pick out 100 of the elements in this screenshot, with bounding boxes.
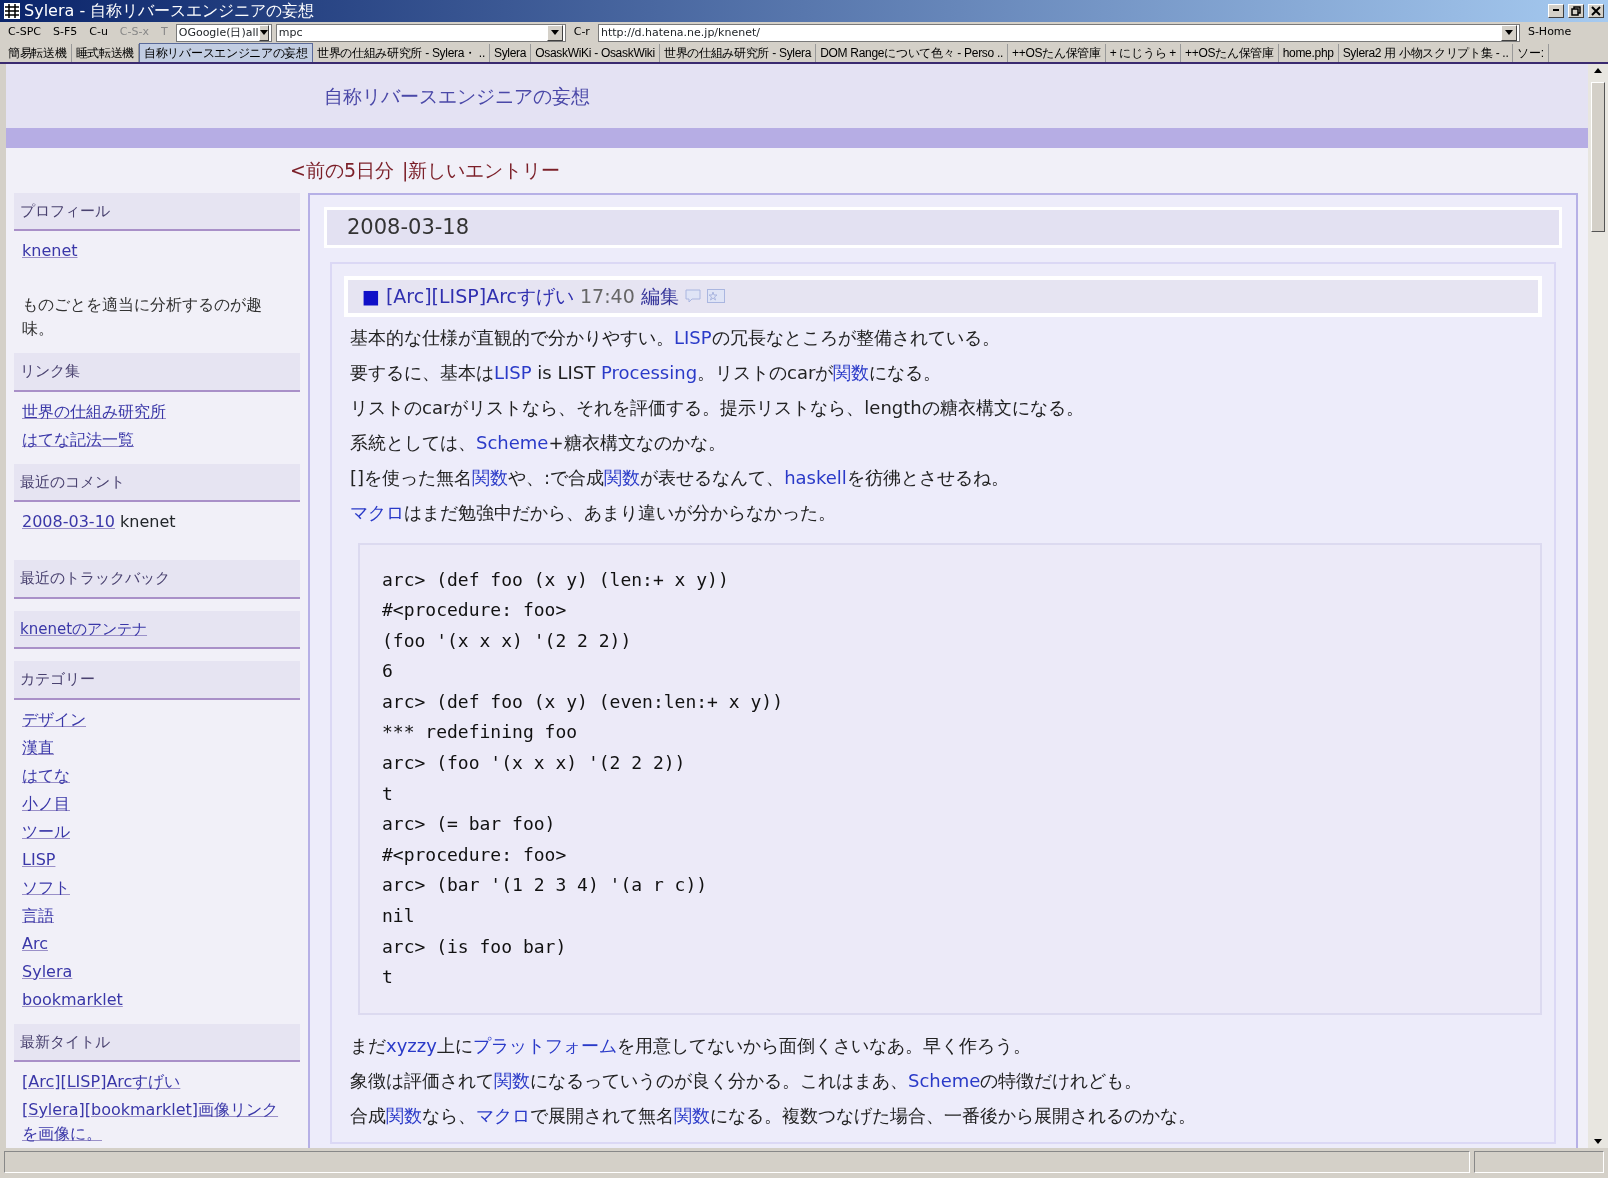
sidebar-link[interactable]: 2008-03-10 (22, 510, 115, 534)
keyword-link[interactable]: 関数 (604, 466, 641, 488)
keyword-link[interactable]: Processing (600, 361, 698, 383)
sidebar-heading: 最近のコメント (14, 463, 300, 502)
shortcut-label: T (160, 24, 169, 41)
sidebar-link[interactable]: knenet (22, 239, 78, 263)
sidebar-link[interactable]: はてな記法一覧 (22, 427, 134, 452)
edit-link[interactable]: 編集 (640, 282, 679, 311)
keyword-link[interactable]: マクロ (476, 1104, 530, 1126)
bookmark-tab[interactable]: ++OSたん保管庫 (1008, 43, 1106, 62)
shortcut-label: C-SPC (7, 24, 42, 41)
sidebar-link[interactable]: [Sylera][bookmarklet]画像リンクを画像に。 (22, 1098, 292, 1146)
paragraph: 象徴は評価されて関数になるっていうのが良く分かる。これはまあ、Schemeの特徴だけれども。 (350, 1068, 1144, 1093)
keyword-link[interactable]: 関数 (472, 466, 509, 488)
keyword-link[interactable]: Scheme (908, 1069, 981, 1091)
restore-button[interactable] (1568, 4, 1584, 18)
paragraph: 要するに、基本はLISP is LIST Processing。リストのcarが関数になる。 (350, 360, 943, 385)
bookmark-tab[interactable]: 世界の仕組み研究所 - Sylera (659, 43, 817, 62)
sidebar-link[interactable]: デザイン (22, 707, 86, 732)
code-line: t (382, 781, 394, 806)
sidebar-link[interactable]: Arc (22, 931, 48, 956)
entry-date: 2008-03-18 (347, 214, 470, 239)
sidebar-link[interactable]: Sylera (22, 959, 73, 984)
sidebar-link[interactable]: ソフト (22, 875, 70, 900)
paragraph: マクロ はまだ勉強中だから、あまり違いが分からなかった。 (350, 500, 837, 525)
code-line: nil (382, 904, 416, 929)
code-line: arc> (def foo (x y) (even:len:+ x y)) (382, 689, 784, 714)
sidebar-link[interactable]: knenetのアンテナ (20, 617, 148, 640)
keyword-link[interactable]: LISP (674, 326, 712, 348)
paragraph: 合成関数なら、マクロ で展開されて無名関数になる。複数つなげた場合、一番後から展開されるのかな。 (350, 1103, 1197, 1128)
close-icon (1590, 5, 1602, 17)
bookmark-tab[interactable]: 簡易転送機 (4, 43, 72, 62)
code-line: arc> (def foo (x y) (len:+ x y)) (382, 567, 730, 592)
bookmark-tab[interactable]: OsaskWiKi - OsaskWiki (531, 43, 660, 62)
window-title: Sylera - 自称リバースエンジニアの妄想 (24, 0, 316, 22)
keyword-link[interactable]: 関数 (386, 1104, 422, 1126)
sidebar-link[interactable]: 言語 (22, 903, 54, 928)
sidebar-link[interactable]: ツール (22, 819, 70, 844)
code-line: 6 (382, 659, 394, 684)
code-line: t (382, 965, 394, 990)
sidebar-link[interactable]: はてな (22, 763, 70, 788)
sidebar-heading: 最新タイトル (14, 1023, 300, 1062)
scrollbar-thumb[interactable] (1591, 82, 1605, 232)
nav-link[interactable]: <前の5日分 (290, 156, 394, 185)
post-time: 17:40 (580, 284, 635, 309)
sidebar-link[interactable]: 小ノ目 (22, 791, 70, 816)
bookmark-tab[interactable]: ++OSたん保管庫 (1181, 43, 1279, 62)
keyword-link[interactable]: 関数 (833, 361, 870, 383)
restore-icon (1570, 5, 1582, 17)
code-line: (foo '(x x x) '(2 2 2)) (382, 628, 633, 653)
section-mark: ■ (362, 284, 380, 309)
code-line: arc> (= bar foo) (382, 812, 557, 837)
sidebar-heading: カテゴリー (14, 661, 300, 700)
nav-link[interactable]: |新しいエントリー (402, 156, 561, 185)
sidebar-heading: プロフィール (14, 192, 300, 231)
section-title-link[interactable]: [Arc][LISP]Arcすげい (385, 282, 574, 311)
keyword-link[interactable]: Scheme (476, 431, 549, 453)
sidebar-heading: 最近のトラックバック (14, 560, 300, 599)
code-line: arc> (is foo bar) (382, 934, 568, 959)
bookmark-tab[interactable]: 自称リバースエンジニアの妄想 (139, 43, 313, 62)
profile-text: ものごとを適当に分析するのが趣味。 (21, 294, 263, 340)
keyword-link[interactable]: xyzzy (386, 1034, 437, 1056)
star-add-icon[interactable] (706, 289, 725, 304)
code-line: #<procedure: foo> (382, 842, 568, 867)
sidebar-link[interactable]: bookmarklet (22, 987, 123, 1012)
keyword-link[interactable]: 関数 (674, 1104, 710, 1126)
close-button[interactable] (1588, 4, 1604, 18)
minimize-icon (1553, 9, 1559, 11)
bookmark-tab[interactable]: + にじうら + (1105, 43, 1181, 62)
bookmark-tab[interactable]: 世界の仕組み研究所 - Sylera・ .. (312, 43, 490, 62)
shortcut-label: C-u (88, 24, 109, 41)
shortcut-label: S-Home (1526, 24, 1573, 41)
shortcut-label: S-F5 (51, 24, 79, 41)
keyword-link[interactable]: LISP (494, 361, 532, 383)
bookmark-tab[interactable]: home.php (1278, 43, 1339, 62)
code-line: *** redefining foo (382, 720, 579, 745)
sidebar-link[interactable]: LISP (22, 847, 56, 872)
engine-dropdown[interactable]: OGoogle(日)all (175, 23, 272, 42)
sidebar-link[interactable]: [Arc][LISP]Arcすげい (22, 1070, 181, 1094)
sidebar-link[interactable]: 世界の仕組み研究所 (22, 399, 166, 424)
bookmark-tab[interactable]: Sylera (489, 43, 532, 62)
paragraph: 系統としては、Scheme+糖衣構文なのかな。 (350, 430, 727, 455)
code-line: arc> (foo '(x x x) '(2 2 2)) (382, 751, 687, 776)
code-line: arc> (bar '(1 2 3 4) '(a r c)) (382, 873, 709, 898)
bookmark-tab[interactable]: Sylera2 用 小物スクリプト集 - .. (1338, 43, 1514, 62)
keyword-link[interactable]: プラットフォーム (472, 1034, 617, 1056)
paragraph: まだxyzzy上にプラットフォームを用意してないから面倒くさいなあ。早く作ろう。 (350, 1033, 1032, 1058)
bookmark-tab[interactable]: ソー: (1513, 43, 1549, 62)
address-field[interactable]: http://d.hatena.ne.jp/knenet/ (597, 23, 1520, 42)
sidebar-link[interactable]: 漢直 (22, 735, 54, 760)
minimize-button[interactable] (1548, 4, 1564, 18)
sidebar-text: knenet (120, 512, 176, 531)
shortcut-label: C-r (572, 24, 591, 41)
paragraph: []を使った無名関数や、:で合成関数が表せるなんて、haskell を彷彿とさせるね。 (350, 465, 1010, 490)
keyword-link[interactable]: 関数 (494, 1069, 530, 1091)
search-field[interactable]: mpc (275, 23, 566, 42)
paragraph: リストのcarがリストなら、それを評価する。提示リストなら、lengthの糖衣構文になる。 (350, 395, 1085, 420)
bookmark-tab[interactable]: DOM Rangeについて色々 - Perso .. (816, 43, 1009, 62)
keyword-link[interactable]: マクロ (350, 501, 404, 523)
keyword-link[interactable]: haskell (784, 466, 847, 488)
